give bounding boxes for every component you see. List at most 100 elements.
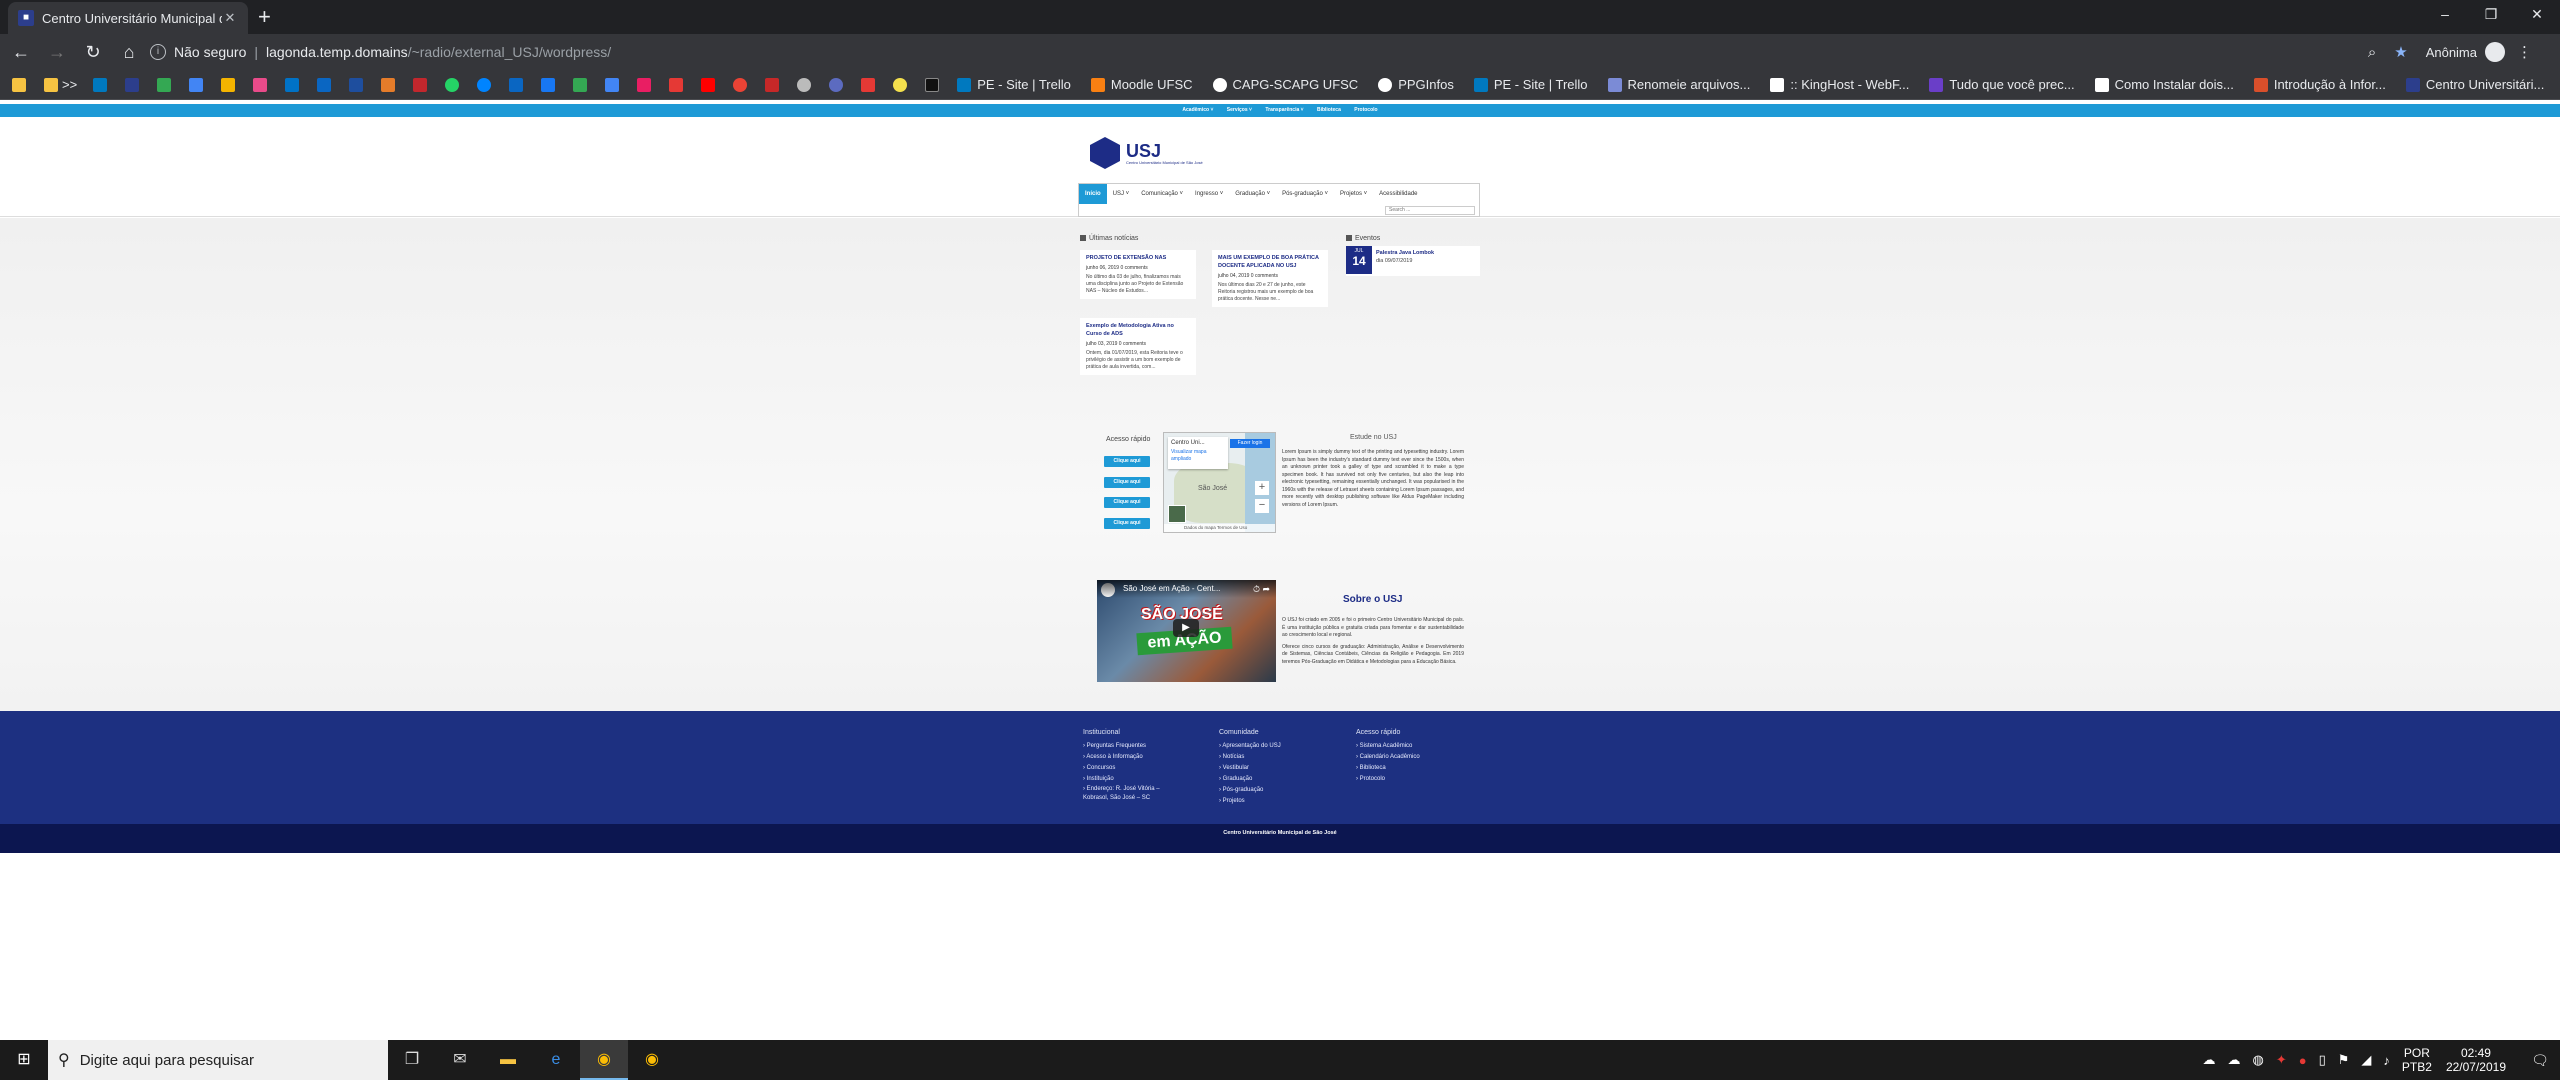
news-headline[interactable]: PROJETO DE EXTENSÃO NAS — [1086, 254, 1190, 262]
site-icon[interactable] — [125, 77, 140, 92]
chrome-icon[interactable]: ◉ — [580, 1040, 628, 1080]
bookmark-icon[interactable] — [797, 77, 812, 92]
footer-link[interactable]: Notícias — [1219, 752, 1281, 763]
event-item[interactable]: JUL 14 Palestra Java Lombok dia 09/07/20… — [1346, 246, 1480, 276]
messenger-icon[interactable] — [477, 77, 492, 92]
video-share-icon[interactable]: ⏱ ➦ — [1253, 584, 1270, 595]
close-window-button[interactable]: ✕ — [2514, 0, 2560, 30]
gallery-icon[interactable] — [253, 77, 268, 92]
mail-icon[interactable]: ✉ — [436, 1040, 484, 1080]
footer-link[interactable]: Graduação — [1219, 774, 1281, 785]
bookmark-item[interactable]: PE - Site | Trello — [1473, 77, 1588, 92]
footer-link[interactable]: Sistema Acadêmico — [1356, 741, 1420, 752]
nav-item-inicio[interactable]: Início — [1079, 184, 1107, 204]
quick-access-button[interactable]: Clique aqui — [1104, 477, 1150, 488]
zoom-search-icon[interactable]: ⌕ — [2368, 44, 2376, 61]
trello-icon[interactable] — [93, 77, 108, 92]
bookmark-item[interactable]: :: KingHost - WebF... — [1770, 77, 1909, 92]
nav-item-projetos[interactable]: Projetos ˅ — [1334, 184, 1373, 204]
folder-icon[interactable] — [44, 77, 58, 92]
network-icon[interactable]: ◢ — [2361, 1052, 2371, 1068]
windows-start-icon[interactable]: ⊞ — [0, 1040, 48, 1080]
footer-link[interactable]: Projetos — [1219, 796, 1281, 807]
video-title[interactable]: São José em Ação - Cent... — [1097, 580, 1276, 598]
nav-item-acessibilidade[interactable]: Acessibilidade — [1373, 184, 1423, 204]
bookmark-icon[interactable] — [413, 77, 428, 92]
footer-link[interactable]: Concursos — [1083, 763, 1183, 774]
footer-link[interactable]: Biblioteca — [1356, 763, 1420, 774]
satellite-thumb-icon[interactable] — [1168, 505, 1186, 523]
bookmark-item[interactable]: CAPG-SCAPG UFSC — [1212, 77, 1358, 92]
address-bar[interactable]: i Não seguro | lagonda.temp.domains /~ra… — [140, 38, 2364, 66]
news-card[interactable]: MAIS UM EXEMPLO DE BOA PRÁTICA DOCENTE A… — [1212, 250, 1328, 307]
bookmark-star-icon[interactable]: ★ — [2394, 43, 2407, 61]
bookmark-item[interactable]: PPGInfos — [1378, 77, 1454, 92]
outlook-icon[interactable] — [285, 77, 300, 92]
new-tab-button[interactable]: + — [258, 6, 271, 28]
bookmark-icon[interactable] — [893, 77, 908, 92]
bookmark-item[interactable]: Renomeie arquivos... — [1607, 77, 1750, 92]
topbar-link[interactable]: Protocolo — [1354, 107, 1377, 113]
incognito-avatar-icon[interactable] — [2485, 42, 2505, 62]
whatsapp-icon[interactable] — [445, 77, 460, 92]
topbar-link[interactable]: Acadêmico ˅ — [1182, 107, 1213, 113]
app-tray-icon[interactable]: ● — [2299, 1053, 2307, 1068]
bookmark-item[interactable]: Moodle UFSC — [1090, 77, 1193, 92]
nav-item-comunicacao[interactable]: Comunicação ˅ — [1135, 184, 1189, 204]
folder-icon[interactable] — [12, 77, 26, 92]
footer-link[interactable]: Vestibular — [1219, 763, 1281, 774]
battery-icon[interactable]: ▯ — [2319, 1052, 2326, 1068]
maps-icon[interactable] — [573, 77, 588, 92]
task-view-icon[interactable]: ❐ — [388, 1040, 436, 1080]
taskbar-search-input[interactable]: ⚲ Digite aqui para pesquisar — [48, 1040, 388, 1080]
close-tab-icon[interactable]: ✕ — [222, 10, 238, 26]
map-enlarge-link[interactable]: Visualizar mapa ampliado — [1171, 449, 1225, 463]
topbar-link[interactable]: Transparência ˅ — [1265, 107, 1303, 113]
drive-icon[interactable] — [157, 77, 172, 92]
reload-button[interactable]: ↻ — [78, 42, 108, 63]
bookmark-icon[interactable] — [637, 77, 652, 92]
event-name[interactable]: Palestra Java Lombok — [1376, 249, 1434, 257]
footer-link[interactable]: Pós-graduação — [1219, 785, 1281, 796]
map-login-button[interactable]: Fazer login — [1230, 439, 1270, 448]
bookmark-item[interactable]: PE - Site | Trello — [957, 77, 1071, 92]
topbar-link[interactable]: Biblioteca — [1317, 107, 1341, 113]
clock[interactable]: 02:49 22/07/2019 — [2446, 1046, 2506, 1074]
bookmark-item[interactable]: Como Instalar dois... — [2094, 77, 2234, 92]
chrome-icon[interactable]: ◉ — [628, 1040, 676, 1080]
minimize-button[interactable]: – — [2422, 0, 2468, 30]
app-tray-icon[interactable]: ✦ — [2276, 1052, 2287, 1068]
nav-item-usj[interactable]: USJ ˅ — [1107, 184, 1136, 204]
volume-icon[interactable]: ♪ — [2383, 1053, 2390, 1068]
steam-icon[interactable]: ◍ — [2253, 1052, 2264, 1068]
nav-item-ingresso[interactable]: Ingresso ˅ — [1189, 184, 1229, 204]
news-card[interactable]: PROJETO DE EXTENSÃO NAS junho 06, 2019 0… — [1080, 250, 1196, 299]
topbar-link[interactable]: Serviços ˅ — [1227, 107, 1252, 113]
onedrive-icon[interactable]: ☁ — [2203, 1052, 2216, 1068]
footer-link[interactable]: Calendário Acadêmico — [1356, 752, 1420, 763]
language-indicator[interactable]: POR PTB2 — [2402, 1046, 2432, 1074]
bookmark-icon[interactable] — [733, 77, 748, 92]
bookmark-icon[interactable] — [765, 77, 780, 92]
bookmark-icon[interactable] — [605, 77, 620, 92]
bookmark-item[interactable]: Introdução à Infor... — [2253, 77, 2386, 92]
site-search-input[interactable]: Search ... — [1385, 206, 1475, 215]
bookmark-icon[interactable] — [349, 77, 364, 92]
bookmark-icon[interactable] — [317, 77, 332, 92]
footer-link[interactable]: Instituição — [1083, 774, 1183, 785]
menu-kebab-icon[interactable]: ⋮ — [2517, 43, 2532, 61]
footer-link[interactable]: Perguntas Frequentes — [1083, 741, 1183, 752]
site-logo[interactable]: USJ Centro Universitário Municipal de Sã… — [1090, 137, 1203, 169]
restore-button[interactable]: ❐ — [2468, 0, 2514, 30]
security-icon[interactable]: ⚑ — [2338, 1052, 2350, 1068]
notification-center-icon[interactable]: 🗨 — [2520, 1052, 2560, 1069]
footer-link[interactable]: Acesso à Informação — [1083, 752, 1183, 763]
footer-link[interactable]: Apresentação do USJ — [1219, 741, 1280, 752]
forward-button[interactable]: → — [42, 42, 72, 63]
bookmark-item[interactable]: Tudo que você prec... — [1929, 77, 2075, 92]
info-icon[interactable]: i — [150, 44, 166, 60]
news-headline[interactable]: Exemplo de Metodologia Ativa no Curso de… — [1086, 322, 1190, 338]
youtube-icon[interactable] — [701, 77, 716, 92]
news-headline[interactable]: MAIS UM EXEMPLO DE BOA PRÁTICA DOCENTE A… — [1218, 254, 1322, 270]
zoom-out-icon[interactable]: − — [1255, 499, 1269, 513]
